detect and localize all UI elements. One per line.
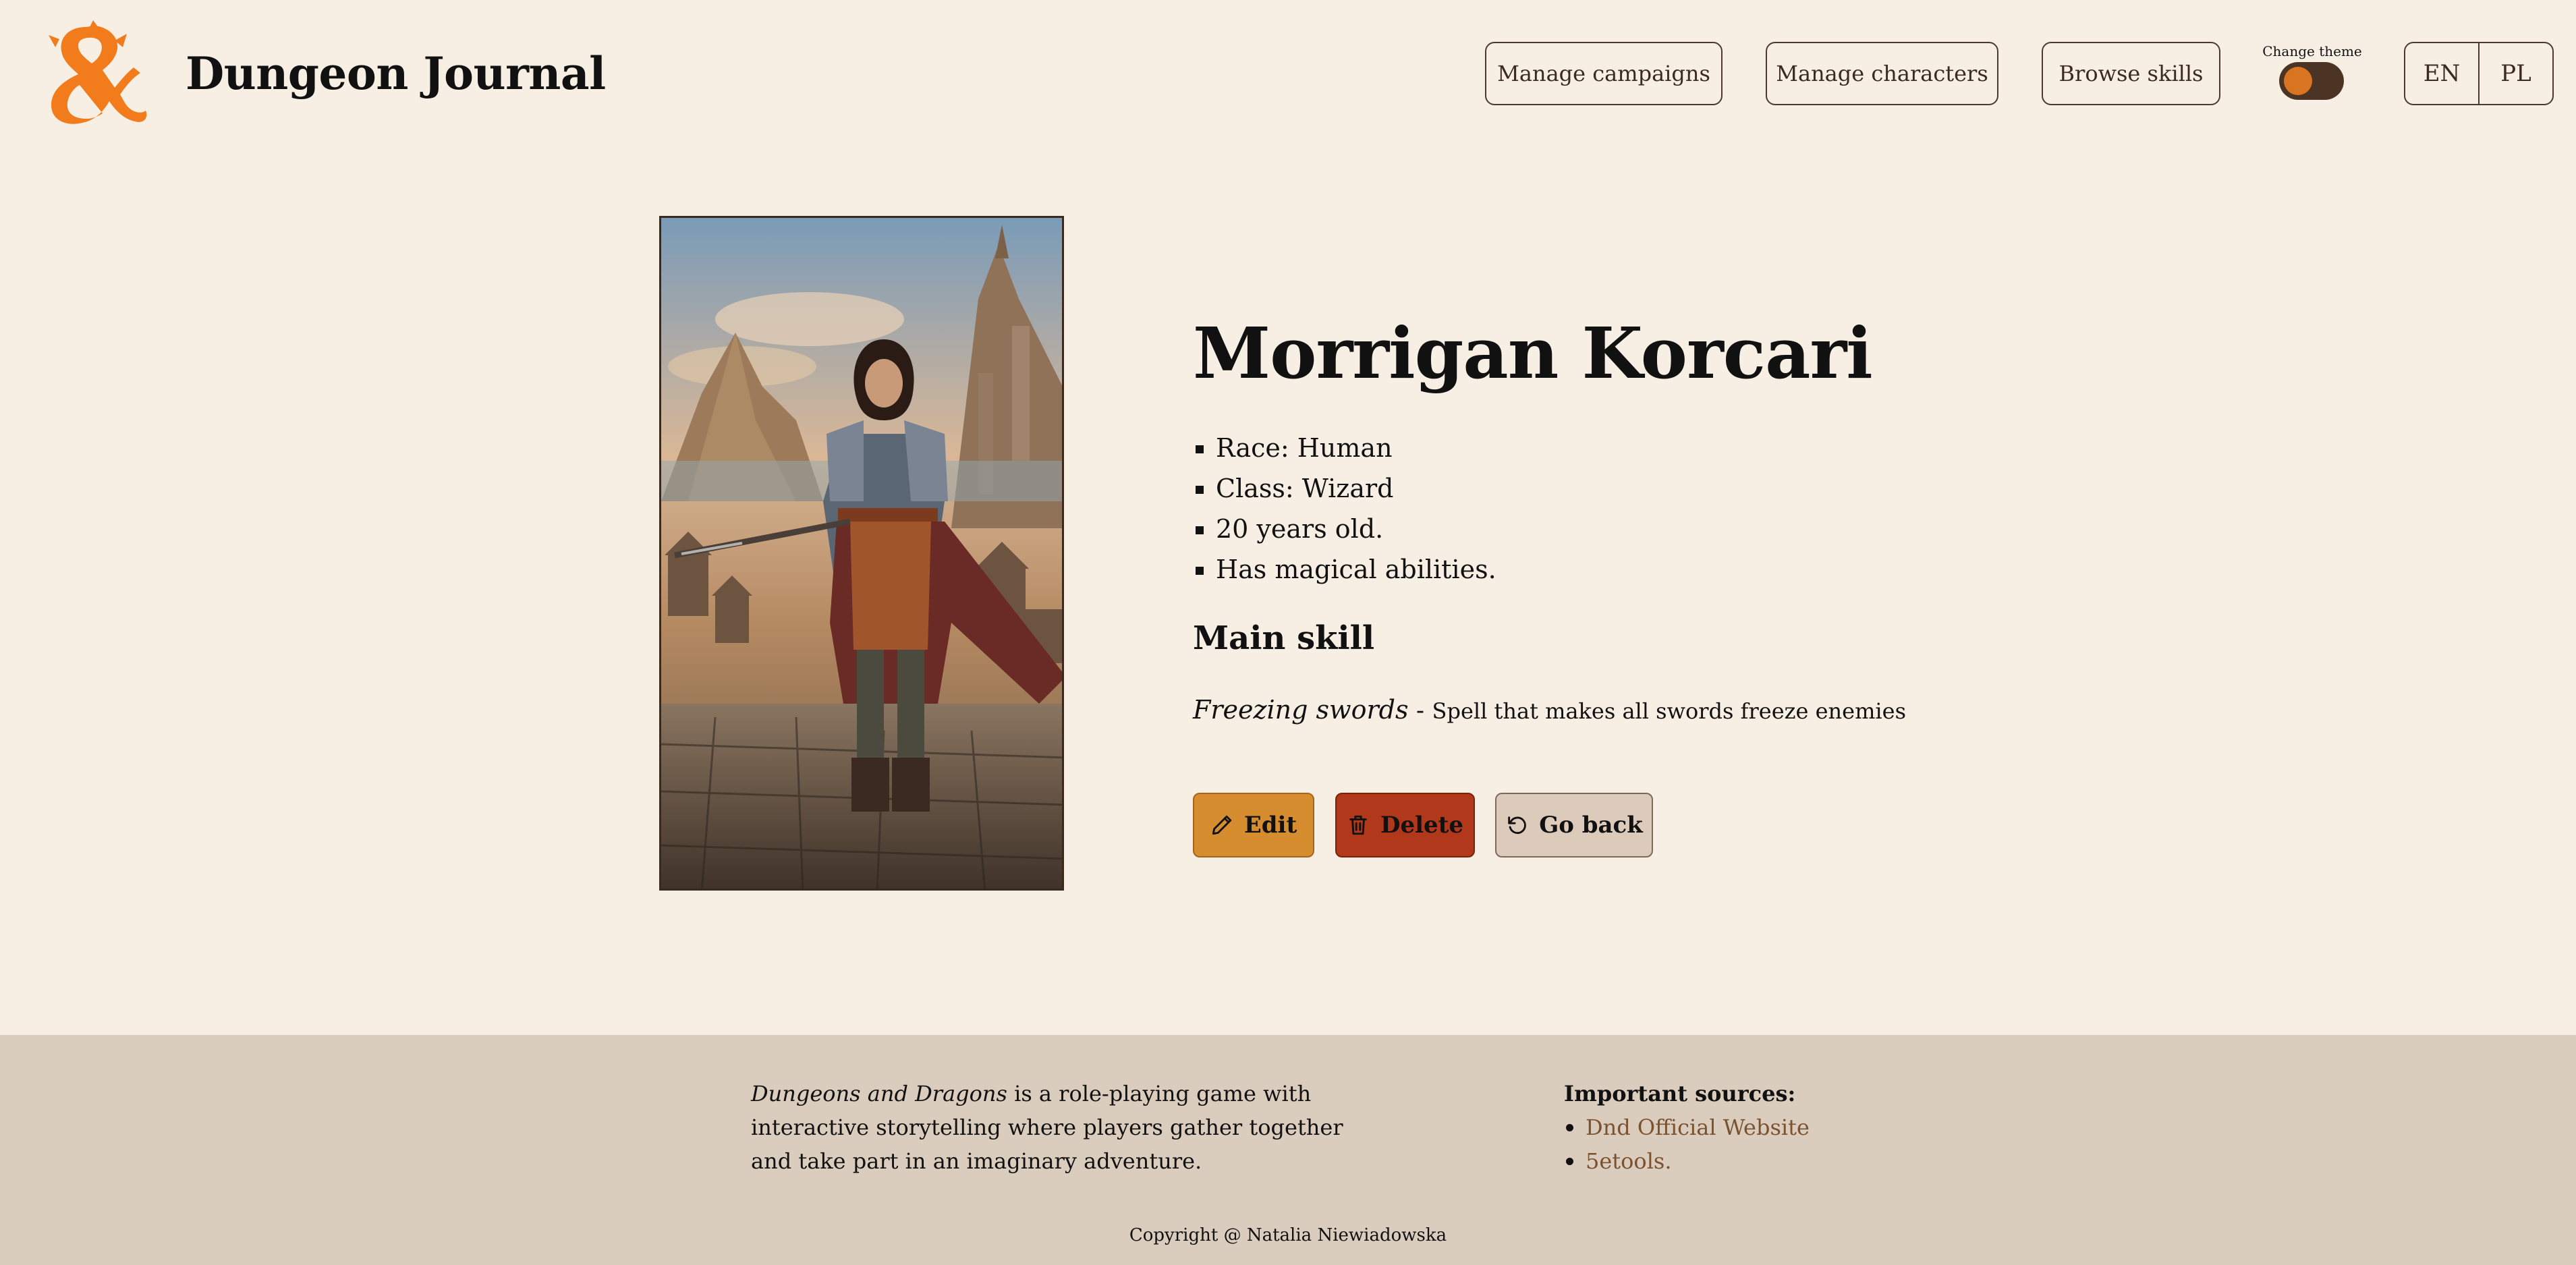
- source-item: 5etools.: [1564, 1144, 1810, 1178]
- language-switcher: EN PL: [2404, 42, 2554, 105]
- sources-title: Important sources:: [1564, 1081, 1796, 1106]
- skill-description: Spell that makes all swords freeze enemi…: [1432, 698, 1907, 724]
- main-skill-heading: Main skill: [1193, 619, 1375, 657]
- skill-name: Freezing swords: [1193, 695, 1409, 725]
- edit-button[interactable]: Edit: [1193, 793, 1314, 858]
- character-portrait: [659, 216, 1064, 891]
- theme-toggle[interactable]: [2279, 62, 2344, 100]
- delete-button-label: Delete: [1380, 812, 1463, 839]
- nav-browse-skills-button[interactable]: Browse skills: [2042, 42, 2220, 105]
- ampersand-dragon-logo-icon[interactable]: [39, 20, 150, 128]
- footer-about-text: Dungeons and Dragons is a role-playing g…: [751, 1077, 1358, 1178]
- nav-manage-campaigns-button[interactable]: Manage campaigns: [1485, 42, 1723, 105]
- character-facts-list: Race: Human Class: Wizard 20 years old. …: [1196, 428, 1496, 590]
- main-skill-line: Freezing swords - Spell that makes all s…: [1193, 695, 1906, 725]
- fact-class: Class: Wizard: [1196, 468, 1496, 509]
- trash-icon: [1349, 815, 1367, 835]
- brand-title[interactable]: Dungeon Journal: [186, 47, 606, 100]
- site-header: Dungeon Journal Manage campaigns Manage …: [0, 0, 2576, 155]
- character-name: Morrigan Korcari: [1193, 312, 1873, 395]
- go-back-button-label: Go back: [1539, 812, 1643, 839]
- delete-button[interactable]: Delete: [1335, 793, 1475, 858]
- fact-race: Race: Human: [1196, 428, 1496, 468]
- footer-about-game-name: Dungeons and Dragons: [751, 1081, 1007, 1106]
- source-link-5etools[interactable]: 5etools.: [1586, 1148, 1672, 1174]
- go-back-button[interactable]: Go back: [1495, 793, 1653, 858]
- rotate-ccw-icon: [1508, 816, 1527, 835]
- source-link-dnd-official[interactable]: Dnd Official Website: [1586, 1115, 1810, 1140]
- fact-age: 20 years old.: [1196, 509, 1496, 549]
- edit-button-label: Edit: [1243, 812, 1297, 839]
- source-item: Dnd Official Website: [1564, 1111, 1810, 1144]
- language-pl-button[interactable]: PL: [2478, 43, 2552, 104]
- copyright-text: Copyright @ Natalia Niewiadowska: [1129, 1225, 1447, 1245]
- theme-toggle-knob: [2284, 67, 2312, 95]
- site-footer: Dungeons and Dragons is a role-playing g…: [0, 1035, 2576, 1265]
- fact-abilities: Has magical abilities.: [1196, 549, 1496, 590]
- important-sources: Important sources: Dnd Official Website …: [1564, 1077, 1810, 1178]
- skill-separator: -: [1408, 697, 1432, 725]
- pencil-icon: [1212, 815, 1232, 835]
- theme-toggle-label: Change theme: [2262, 43, 2362, 59]
- nav-manage-characters-button[interactable]: Manage characters: [1766, 42, 1998, 105]
- language-en-button[interactable]: EN: [2405, 43, 2478, 104]
